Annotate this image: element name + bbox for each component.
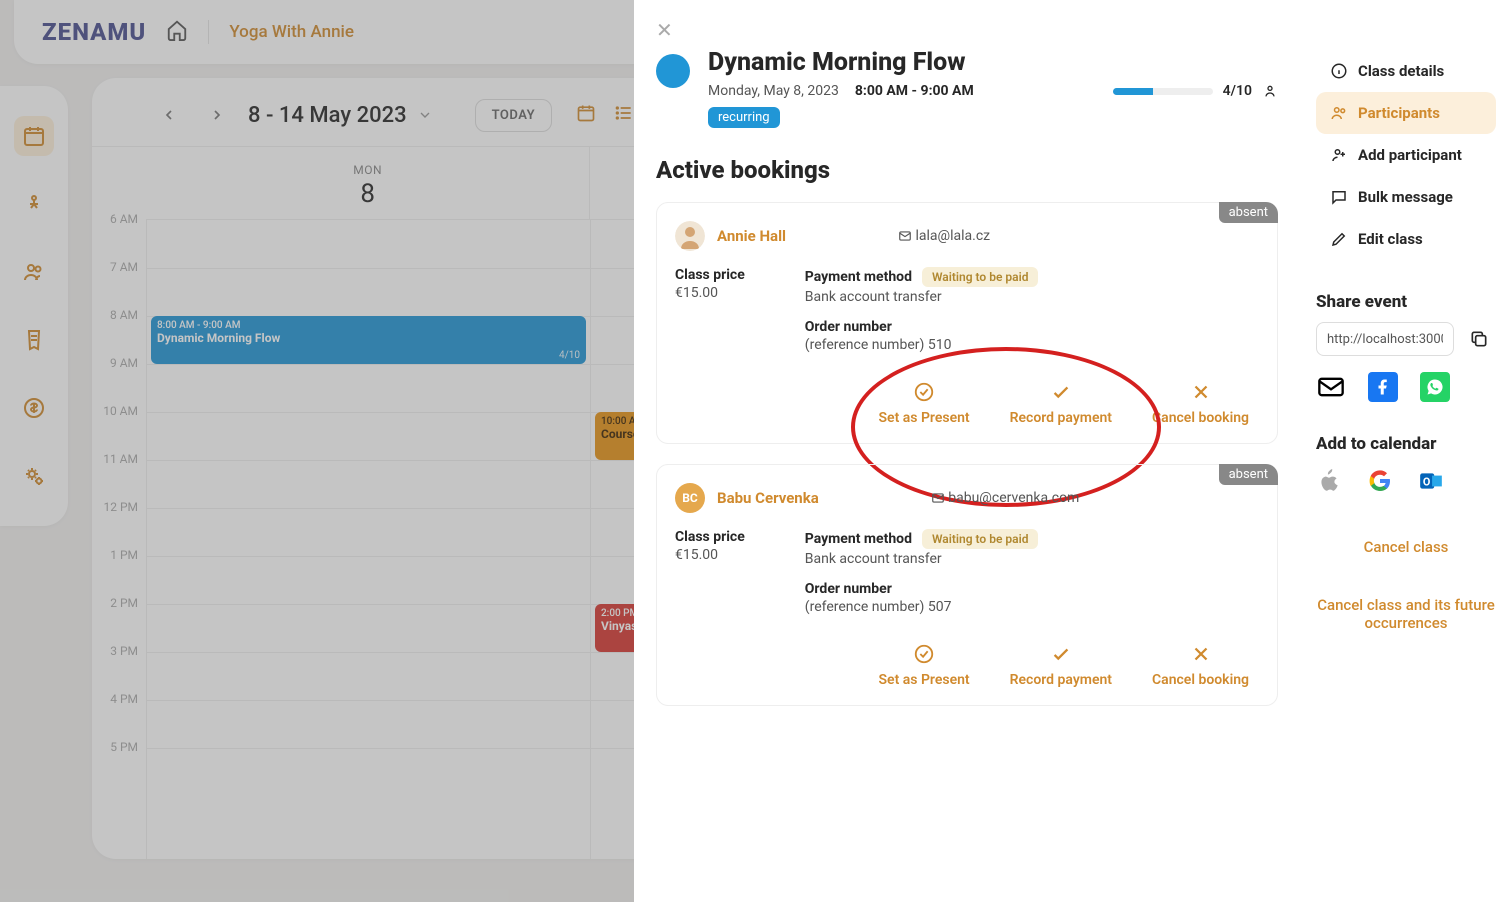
- check-icon: [1050, 643, 1072, 665]
- cancel-future-link[interactable]: Cancel class and its future occurrences: [1316, 596, 1496, 632]
- add-apple-calendar[interactable]: [1316, 468, 1342, 498]
- price-label: Class price: [675, 529, 745, 545]
- participant-email: lala@lala.cz: [898, 228, 990, 244]
- cancel-booking-button[interactable]: Cancel booking: [1152, 643, 1249, 689]
- apple-icon: [1316, 468, 1342, 494]
- share-whatsapp-button[interactable]: [1420, 372, 1450, 402]
- class-time: 8:00 AM - 9:00 AM: [855, 83, 974, 99]
- method-label: Payment method: [805, 531, 912, 547]
- price-value: €15.00: [675, 285, 745, 301]
- nav-label: Class details: [1358, 62, 1444, 80]
- nav-label: Add participant: [1358, 146, 1462, 164]
- participant-name[interactable]: Babu Cervenka: [717, 489, 819, 507]
- copy-button[interactable]: [1462, 322, 1496, 356]
- add-outlook-calendar[interactable]: O: [1418, 468, 1444, 498]
- set-present-button[interactable]: Set as Present: [878, 381, 969, 427]
- class-detail-panel: ✕ Dynamic Morning Flow Monday, May 8, 20…: [634, 0, 1512, 902]
- copy-icon: [1469, 329, 1489, 349]
- avatar: BC: [675, 483, 705, 513]
- share-facebook-button[interactable]: [1368, 372, 1398, 402]
- action-label: Set as Present: [878, 409, 969, 427]
- check-icon: [1050, 381, 1072, 403]
- whatsapp-icon: [1426, 378, 1444, 396]
- google-icon: [1368, 469, 1392, 493]
- nav-label: Participants: [1358, 104, 1440, 122]
- action-label: Record payment: [1010, 671, 1112, 689]
- absent-badge: absent: [1219, 202, 1278, 223]
- action-label: Set as Present: [878, 671, 969, 689]
- outlook-icon: O: [1418, 468, 1444, 494]
- payment-status: Waiting to be paid: [922, 267, 1038, 287]
- info-icon: [1330, 62, 1348, 80]
- price-value: €15.00: [675, 547, 745, 563]
- x-icon: [1190, 643, 1212, 665]
- svg-text:O: O: [1423, 475, 1431, 488]
- add-google-calendar[interactable]: [1368, 469, 1392, 497]
- method-label: Payment method: [805, 269, 912, 285]
- order-label: Order number: [805, 581, 1039, 597]
- share-event-title: Share event: [1316, 292, 1496, 312]
- add-to-calendar-title: Add to calendar: [1316, 434, 1496, 454]
- message-icon: [1330, 188, 1348, 206]
- check-circle-icon: [913, 643, 935, 665]
- order-label: Order number: [805, 319, 1039, 335]
- class-title: Dynamic Morning Flow: [708, 48, 1278, 77]
- method-value: Bank account transfer: [805, 551, 1039, 567]
- check-circle-icon: [913, 381, 935, 403]
- share-url-input[interactable]: [1316, 322, 1454, 356]
- active-bookings-title: Active bookings: [656, 156, 1278, 184]
- nav-add-participant[interactable]: Add participant: [1316, 134, 1496, 176]
- price-label: Class price: [675, 267, 745, 283]
- people-icon: [1330, 104, 1348, 122]
- avatar: [675, 221, 705, 251]
- capacity-indicator: 4/10: [1113, 83, 1278, 99]
- mail-icon: [898, 229, 912, 243]
- action-label: Cancel booking: [1152, 671, 1249, 689]
- absent-badge: absent: [1219, 464, 1278, 485]
- nav-label: Bulk message: [1358, 188, 1453, 206]
- mail-icon: [1317, 373, 1345, 401]
- cancel-booking-button[interactable]: Cancel booking: [1152, 381, 1249, 427]
- order-ref: (reference number) 507: [805, 599, 1039, 615]
- facebook-icon: [1374, 378, 1392, 396]
- order-ref: (reference number) 510: [805, 337, 1039, 353]
- method-value: Bank account transfer: [805, 289, 1039, 305]
- close-icon[interactable]: ✕: [656, 18, 673, 42]
- record-payment-button[interactable]: Record payment: [1010, 643, 1112, 689]
- share-email-button[interactable]: [1316, 372, 1346, 402]
- cancel-class-link[interactable]: Cancel class: [1316, 538, 1496, 556]
- nav-edit-class[interactable]: Edit class: [1316, 218, 1496, 260]
- nav-class-details[interactable]: Class details: [1316, 50, 1496, 92]
- recurring-badge: recurring: [708, 107, 780, 128]
- participant-name[interactable]: Annie Hall: [717, 227, 786, 245]
- nav-participants[interactable]: Participants: [1316, 92, 1496, 134]
- payment-status: Waiting to be paid: [922, 529, 1038, 549]
- panel-sidebar: Class details Participants Add participa…: [1300, 0, 1512, 902]
- class-date: Monday, May 8, 2023: [708, 83, 839, 99]
- nav-bulk-message[interactable]: Bulk message: [1316, 176, 1496, 218]
- person-plus-icon: [1330, 146, 1348, 164]
- class-color-dot: [656, 54, 690, 88]
- mail-icon: [931, 491, 945, 505]
- pencil-icon: [1330, 230, 1348, 248]
- capacity-text: 4/10: [1223, 83, 1252, 99]
- person-icon: [1262, 83, 1278, 99]
- record-payment-button[interactable]: Record payment: [1010, 381, 1112, 427]
- set-present-button[interactable]: Set as Present: [878, 643, 969, 689]
- booking-card: absent BC Babu Cervenka babu@cervenka.co…: [656, 464, 1278, 706]
- action-label: Record payment: [1010, 409, 1112, 427]
- booking-card: absent Annie Hall lala@lala.cz Class pri…: [656, 202, 1278, 444]
- participant-email: babu@cervenka.com: [931, 490, 1080, 506]
- x-icon: [1190, 381, 1212, 403]
- nav-label: Edit class: [1358, 230, 1423, 248]
- action-label: Cancel booking: [1152, 409, 1249, 427]
